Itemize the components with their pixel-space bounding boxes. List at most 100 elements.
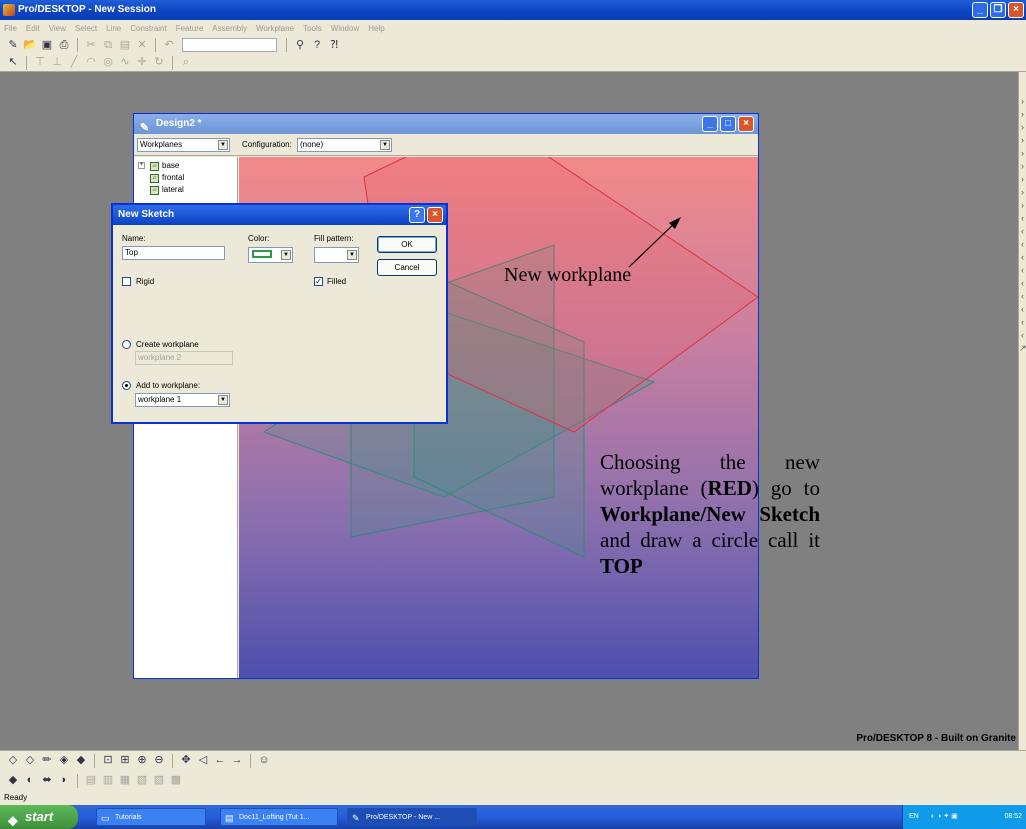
start-button[interactable]: ❖ start (0, 805, 78, 829)
chevron-down-icon[interactable]: ▼ (380, 140, 390, 150)
feature-icon[interactable]: ▨ (152, 774, 166, 787)
save-icon[interactable]: ▣ (40, 39, 54, 52)
rigid-checkbox[interactable] (122, 277, 131, 286)
extrude-icon[interactable]: ◆ (6, 774, 20, 787)
smiley-icon[interactable]: ☺ (257, 754, 271, 767)
feature-icon[interactable]: ▩ (169, 774, 183, 787)
filled-checkbox[interactable]: ✓ (314, 277, 323, 286)
menu-tools[interactable]: Tools (303, 24, 322, 33)
line-icon[interactable]: ╱ (67, 56, 81, 69)
zoom-fit-icon[interactable]: ⊡ (101, 754, 115, 767)
tray-icons[interactable]: ◐ ◑ ✦ ▣ (931, 805, 958, 829)
tree-item-frontal[interactable]: ▱ frontal (150, 173, 184, 183)
dialog-help-button[interactable]: ? (409, 207, 425, 223)
search-icon[interactable]: ⌕ (179, 56, 193, 69)
circle-icon[interactable]: ◎ (101, 56, 115, 69)
toolbar-combo[interactable] (182, 38, 277, 52)
cut-icon[interactable]: ✂ (84, 39, 98, 52)
select-icon[interactable]: ↖ (6, 56, 20, 69)
menu-edit[interactable]: Edit (26, 24, 40, 33)
menu-assembly[interactable]: Assembly (212, 24, 247, 33)
right-toolbar-icons[interactable]: › › › › › › › › › ‹ ‹ ‹ ‹ ‹ ‹ ‹ ‹ ‹ ‹ ↗ (1019, 95, 1026, 355)
menu-constraint[interactable]: Constraint (130, 24, 166, 33)
add-to-workplane-select[interactable]: workplane 1 ▼ (135, 393, 230, 407)
move-icon[interactable]: ✛ (135, 56, 149, 69)
design-title: Design2 * (156, 118, 202, 129)
menu-workplane[interactable]: Workplane (256, 24, 294, 33)
feature-icon[interactable]: ✏ (40, 754, 54, 767)
tree-item-lateral[interactable]: ▱ lateral (150, 185, 184, 195)
lock-icon[interactable]: ⚲ (293, 39, 307, 52)
zoom-box-icon[interactable]: ⊞ (118, 754, 132, 767)
view-icon[interactable]: ◇ (6, 754, 20, 767)
brand-label: Pro/DESKTOP 8 - Built on Granite (856, 733, 1016, 744)
color-select[interactable]: ▼ (248, 247, 293, 263)
undo-icon[interactable]: ↶ (162, 39, 176, 52)
design-minimize-button[interactable]: _ (702, 116, 718, 132)
menu-window[interactable]: Window (331, 24, 359, 33)
task-tutorials[interactable]: ▭ Tutorials (96, 808, 206, 826)
add-to-workplane-radio[interactable] (122, 381, 131, 390)
revolve-icon[interactable]: ◐ (23, 774, 37, 787)
browser-select[interactable]: Workplanes ▼ (137, 138, 230, 152)
menu-line[interactable]: Line (106, 24, 121, 33)
new-design-icon[interactable]: ✎ (6, 39, 20, 52)
help-icon[interactable]: ? (310, 39, 324, 52)
view-icon[interactable]: ◇ (23, 754, 37, 767)
open-icon[interactable]: 📂 (23, 39, 37, 52)
copy-icon[interactable]: ⧉ (101, 39, 115, 52)
design-close-button[interactable]: × (738, 116, 754, 132)
feature-icon[interactable]: ◆ (74, 754, 88, 767)
task-prodesktop[interactable]: ✎ Pro/DESKTOP - New ... (347, 808, 477, 826)
chevron-down-icon[interactable]: ▼ (218, 395, 228, 405)
design-maximize-button[interactable]: □ (720, 116, 736, 132)
loft-icon[interactable]: ◗ (57, 774, 71, 787)
arrow-right-icon[interactable]: → (230, 754, 244, 767)
context-help-icon[interactable]: ⁈ (327, 39, 341, 52)
color-label: Color: (248, 234, 270, 243)
zoom-out-icon[interactable]: ⊖ (152, 754, 166, 767)
chevron-down-icon[interactable]: ▼ (218, 140, 228, 150)
ok-button[interactable]: OK (377, 236, 437, 253)
paste-icon[interactable]: ▤ (118, 39, 132, 52)
create-workplane-radio[interactable] (122, 340, 131, 349)
feature-icon[interactable]: ▦ (118, 774, 132, 787)
language-indicator[interactable]: EN (909, 805, 919, 829)
minimize-button[interactable]: _ (972, 2, 988, 18)
filled-label: Filled (327, 277, 347, 286)
chevron-down-icon[interactable]: ▼ (347, 250, 357, 260)
menu-feature[interactable]: Feature (176, 24, 204, 33)
rotate-icon[interactable]: ↻ (152, 56, 166, 69)
tree-item-base[interactable]: ▱ base (150, 161, 179, 171)
close-button[interactable]: × (1008, 2, 1024, 18)
menu-help[interactable]: Help (368, 24, 384, 33)
sweep-icon[interactable]: ⬌ (40, 774, 54, 787)
cancel-button[interactable]: Cancel (377, 259, 437, 276)
perpendicular-icon[interactable]: ⊥ (50, 56, 64, 69)
name-input[interactable]: Top (122, 246, 225, 260)
menu-select[interactable]: Select (75, 24, 97, 33)
print-icon[interactable]: ⎙ (57, 39, 71, 52)
arc-icon[interactable]: ◠ (84, 56, 98, 69)
feature-icon[interactable]: ▤ (84, 774, 98, 787)
arrow-left-icon[interactable]: ← (213, 754, 227, 767)
menu-view[interactable]: View (49, 24, 66, 33)
restore-button[interactable]: ❐ (990, 2, 1006, 18)
chevron-down-icon[interactable]: ▼ (281, 250, 291, 260)
dialog-close-button[interactable]: × (427, 207, 443, 223)
expand-icon[interactable]: + (138, 162, 145, 169)
zoom-in-icon[interactable]: ⊕ (135, 754, 149, 767)
toolbar-separator (286, 38, 287, 52)
delete-icon[interactable]: ✕ (135, 39, 149, 52)
back-icon[interactable]: ◁ (196, 754, 210, 767)
spline-icon[interactable]: ∿ (118, 56, 132, 69)
feature-icon[interactable]: ◈ (57, 754, 71, 767)
pan-icon[interactable]: ✥ (179, 754, 193, 767)
feature-icon[interactable]: ▧ (135, 774, 149, 787)
fill-pattern-select[interactable]: ▼ (314, 247, 359, 263)
feature-icon[interactable]: ▥ (101, 774, 115, 787)
configuration-select[interactable]: (none) ▼ (297, 138, 392, 152)
menu-file[interactable]: File (4, 24, 17, 33)
constraint-icon[interactable]: ⊤ (33, 56, 47, 69)
task-doc11[interactable]: ▤ Doc11_Lofting (Tut 1... (220, 808, 338, 826)
